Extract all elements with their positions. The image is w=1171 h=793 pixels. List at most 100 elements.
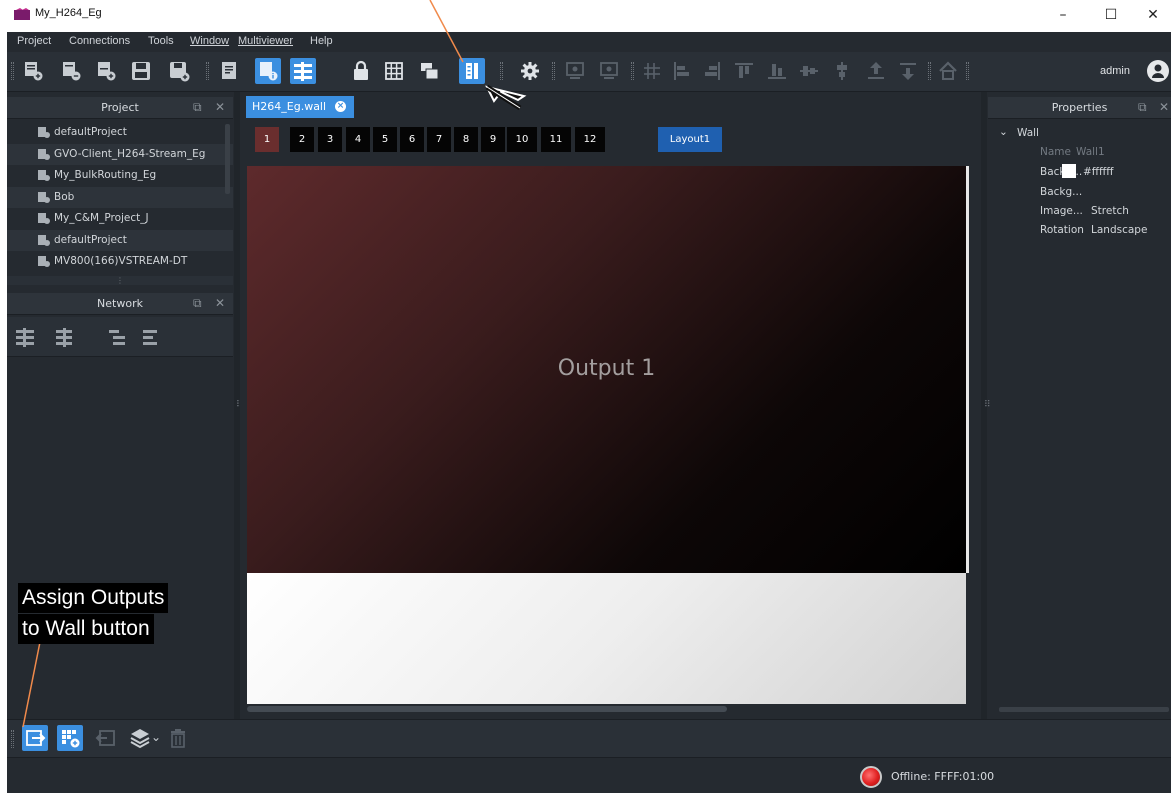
list-item[interactable]: My_BulkRouting_Eg [7,165,233,187]
layers-icon[interactable] [127,725,153,751]
assign-outputs-to-wall-button[interactable] [22,725,48,751]
menu-window[interactable]: Window [190,35,229,47]
output-button-12[interactable]: 12 [575,127,605,152]
maximize-button[interactable]: ☐ [1093,4,1129,26]
align-bottom-icon[interactable] [764,58,790,84]
output-button-9[interactable]: 9 [481,127,505,152]
align-left-icon[interactable] [669,58,695,84]
output-button-7[interactable]: 7 [427,127,451,152]
add-output-to-wall-icon[interactable] [57,725,83,751]
toolbar-grip[interactable] [552,62,555,80]
toolbar-grip[interactable] [966,62,969,80]
snap-grid-icon[interactable] [639,58,665,84]
grid-icon[interactable] [381,58,407,84]
monitor-input-icon[interactable] [596,58,622,84]
save-icon[interactable] [128,58,154,84]
toolbar-grip[interactable] [206,62,209,80]
close-panel-icon[interactable]: ✕ [215,296,225,310]
undock-icon[interactable]: ⧉ [193,100,202,115]
list-item[interactable]: GVO-Client_H264-Stream_Eg [7,143,233,165]
project-info-icon[interactable] [255,58,281,84]
property-value-name: Wall1 [1076,146,1105,158]
menu-multiviewer[interactable]: Multiviewer [238,35,293,47]
status-text: Offline: FFFF:01:00 [891,770,995,783]
list-item[interactable]: MV800(166)VSTREAM-DT [7,251,233,273]
background-color-swatch[interactable] [1062,164,1076,178]
close-tab-icon[interactable]: × [335,101,346,112]
import-project-icon[interactable] [93,58,119,84]
property-value-rotation[interactable]: Landscape [1091,224,1147,236]
list-item[interactable]: Bob [7,186,233,208]
close-panel-icon[interactable]: ✕ [1159,100,1169,114]
send-to-back-icon[interactable] [895,58,921,84]
assign-outputs-toolbar-icon[interactable] [459,58,485,84]
user-avatar-icon[interactable] [1147,60,1169,82]
align-top-icon[interactable] [731,58,757,84]
align-center-icon[interactable] [829,58,855,84]
horizontal-scrollbar[interactable] [247,706,727,712]
menu-project[interactable]: Project [17,35,51,47]
remove-output-icon[interactable] [93,725,119,751]
network-panel-header: Network ⧉ ✕ [7,293,233,315]
expand-all-icon[interactable] [12,324,38,350]
copy-wall-icon[interactable] [416,58,442,84]
output-canvas[interactable]: Output 1 [247,166,966,573]
output-button-4[interactable]: 4 [346,127,370,152]
project-name: My_C&M_Project_J [54,212,149,224]
list-item[interactable]: defaultProject [7,229,233,251]
properties-hscrollbar[interactable] [999,707,1169,712]
menu-connections[interactable]: Connections [69,35,130,47]
tab-label: H264_Eg.wall [252,100,327,113]
list-item[interactable]: My_C&M_Project_J [7,208,233,230]
property-value-image-mode[interactable]: Stretch [1091,205,1129,217]
collapse-all-icon[interactable] [51,324,77,350]
expand-level-icon[interactable] [104,324,130,350]
output-button-10[interactable]: 10 [507,127,537,152]
output-button-11[interactable]: 11 [541,127,571,152]
output-button-5[interactable]: 5 [373,127,397,152]
toolbar-grip[interactable] [631,62,634,80]
output-button-6[interactable]: 6 [400,127,424,152]
align-middle-icon[interactable] [796,58,822,84]
monitor-output-icon[interactable] [562,58,588,84]
section-wall-label[interactable]: Wall [1017,127,1039,139]
menu-tools[interactable]: Tools [148,35,174,47]
home-icon[interactable] [935,58,961,84]
settings-gear-icon[interactable] [517,58,543,84]
project-list-scrollbar[interactable] [225,124,230,194]
panel-splitter-handle[interactable]: ⋮ [7,276,233,285]
toolbar-grip[interactable] [11,62,14,80]
menu-help[interactable]: Help [310,35,333,47]
new-project-icon[interactable] [20,58,46,84]
undock-icon[interactable]: ⧉ [1138,100,1147,115]
lock-icon[interactable] [348,58,374,84]
list-item[interactable]: defaultProject [7,122,233,144]
align-right-icon[interactable] [699,58,725,84]
collapse-level-icon[interactable] [138,324,164,350]
output-button-1[interactable]: 1 [255,127,279,152]
close-button[interactable]: ✕ [1135,4,1171,26]
wall-background-area[interactable] [247,573,966,704]
toolbar-grip[interactable] [500,62,503,80]
close-panel-icon[interactable]: ✕ [215,100,225,114]
undock-icon[interactable]: ⧉ [193,296,202,311]
property-value-background[interactable]: #ffffff [1083,166,1114,178]
layout-button[interactable]: Layout1 [658,127,722,152]
project-report-icon[interactable] [217,58,243,84]
project-name: GVO-Client_H264-Stream_Eg [54,147,206,160]
minimize-button[interactable]: – [1045,4,1081,26]
output-button-8[interactable]: 8 [454,127,478,152]
output-button-3[interactable]: 3 [318,127,342,152]
toolbar-grip[interactable] [11,730,14,748]
toolbar-grip[interactable] [928,62,931,80]
network-view-icon[interactable] [290,58,316,84]
chevron-down-icon[interactable]: ⌄ [151,730,161,744]
chevron-down-icon[interactable]: ⌄ [999,126,1008,138]
network-toolbar [7,317,233,357]
output-button-2[interactable]: 2 [290,127,314,152]
tab-wall-document[interactable]: H264_Eg.wall × [246,96,354,118]
open-project-icon[interactable] [58,58,84,84]
delete-trash-icon[interactable] [165,725,191,751]
save-as-icon[interactable] [166,58,192,84]
bring-to-front-icon[interactable] [863,58,889,84]
